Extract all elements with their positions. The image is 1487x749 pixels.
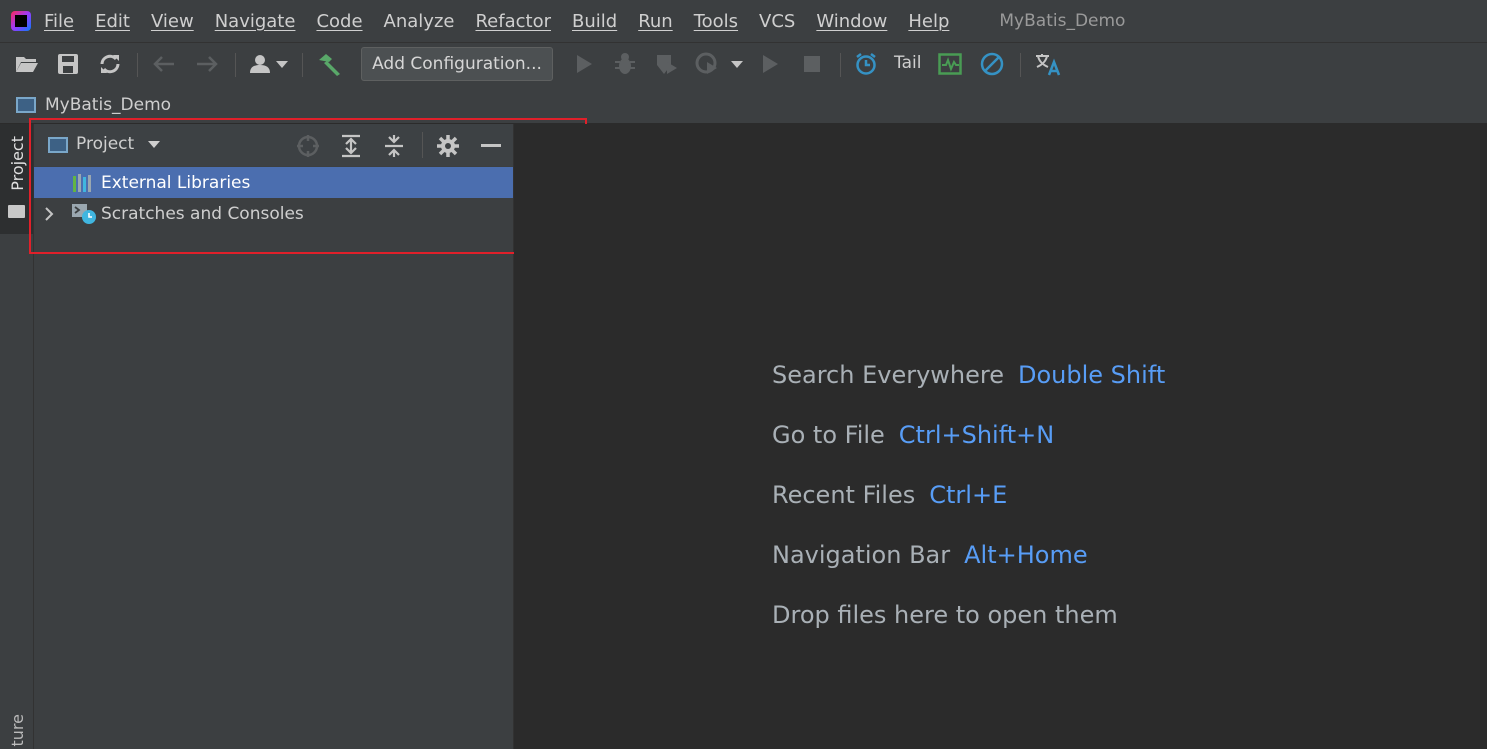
menu-navigate[interactable]: Navigate	[215, 11, 296, 32]
translate-icon[interactable]	[1033, 51, 1063, 77]
hint-go-to-file: Go to File Ctrl+Shift+N	[772, 421, 1054, 449]
tree-item-scratches-and-consoles[interactable]: Scratches and Consoles	[34, 198, 513, 229]
menu-run[interactable]: Run	[638, 11, 673, 32]
project-view-selector[interactable]: Project	[76, 134, 134, 154]
hint-drop-files: Drop files here to open them	[772, 601, 1118, 629]
intellij-logo-icon[interactable]	[11, 11, 31, 31]
menu-edit[interactable]: Edit	[95, 11, 130, 32]
hint-search-everywhere: Search Everywhere Double Shift	[772, 361, 1165, 389]
hint-text: Navigation Bar	[772, 541, 951, 569]
no-entry-icon[interactable]	[979, 51, 1005, 77]
gear-icon[interactable]	[435, 133, 461, 159]
alarm-clock-icon[interactable]	[853, 51, 879, 77]
editor-area[interactable]: Search Everywhere Double Shift Go to File…	[514, 124, 1487, 749]
menu-analyze[interactable]: Analyze	[384, 11, 455, 32]
menu-view[interactable]: View	[151, 11, 194, 32]
project-tool-tab[interactable]: Project	[0, 124, 33, 234]
project-tool-tab-label: Project	[8, 136, 27, 191]
menu-refactor[interactable]: Refactor	[475, 11, 551, 32]
stop-icon[interactable]	[799, 51, 825, 77]
left-tool-stripe: Project ture	[0, 124, 34, 749]
menu-code[interactable]: Code	[316, 11, 362, 32]
hint-text: Drop files here to open them	[772, 601, 1118, 629]
project-folder-icon	[16, 96, 36, 113]
open-folder-icon[interactable]	[14, 51, 40, 77]
debug-icon[interactable]	[612, 51, 638, 77]
tail-label[interactable]: Tail	[894, 53, 921, 73]
project-panel-header: Project	[34, 124, 513, 166]
hint-shortcut: Double Shift	[1018, 361, 1166, 389]
chevron-right-icon[interactable]	[43, 207, 55, 221]
menu-build[interactable]: Build	[572, 11, 617, 32]
hint-shortcut: Ctrl+E	[929, 481, 1008, 509]
menu-bar: File Edit View Navigate Code Analyze Ref…	[0, 0, 1487, 42]
project-panel: Project External Libraries Scratches and…	[34, 124, 514, 749]
scratch-console-icon	[72, 204, 96, 224]
window-title: MyBatis_Demo	[999, 11, 1126, 31]
hint-text: Recent Files	[772, 481, 916, 509]
sync-icon[interactable]	[97, 51, 123, 77]
hint-shortcut: Ctrl+Shift+N	[898, 421, 1055, 449]
menu-window[interactable]: Window	[816, 11, 887, 32]
hint-recent-files: Recent Files Ctrl+E	[772, 481, 1007, 509]
forward-arrow-icon[interactable]	[194, 51, 220, 77]
resume-icon[interactable]	[757, 51, 783, 77]
save-icon[interactable]	[55, 51, 81, 77]
locate-target-icon[interactable]	[295, 133, 321, 159]
folder-icon	[8, 205, 25, 218]
navigation-bar: MyBatis_Demo	[0, 86, 1487, 124]
tree-item-label: External Libraries	[101, 172, 251, 193]
add-configuration-button[interactable]: Add Configuration...	[361, 47, 553, 81]
back-arrow-icon[interactable]	[151, 51, 177, 77]
tree-item-external-libraries[interactable]: External Libraries	[34, 167, 513, 198]
monitor-icon[interactable]	[937, 51, 963, 77]
tree-item-label: Scratches and Consoles	[101, 203, 304, 224]
hint-text: Go to File	[772, 421, 885, 449]
menu-file[interactable]: File	[44, 11, 74, 32]
expand-all-icon[interactable]	[338, 133, 364, 159]
run-icon[interactable]	[571, 51, 597, 77]
user-icon[interactable]	[248, 51, 290, 77]
structure-tool-tab[interactable]: ture	[8, 714, 27, 746]
breadcrumb-project[interactable]: MyBatis_Demo	[45, 95, 171, 115]
hint-shortcut: Alt+Home	[964, 541, 1088, 569]
collapse-all-icon[interactable]	[381, 133, 407, 159]
chevron-down-icon[interactable]	[148, 141, 160, 148]
menu-vcs[interactable]: VCS	[759, 11, 795, 32]
run-dropdown-icon[interactable]	[724, 51, 750, 77]
build-hammer-icon[interactable]	[316, 51, 342, 77]
menu-help[interactable]: Help	[908, 11, 949, 32]
project-view-icon	[48, 137, 68, 153]
coverage-icon[interactable]	[654, 51, 680, 77]
profile-icon[interactable]	[694, 51, 720, 77]
hint-navigation-bar: Navigation Bar Alt+Home	[772, 541, 1088, 569]
main-toolbar: Add Configuration... Tail	[0, 42, 1487, 87]
library-icon	[73, 174, 91, 192]
minimize-icon[interactable]	[478, 133, 504, 159]
menu-tools[interactable]: Tools	[694, 11, 738, 32]
hint-text: Search Everywhere	[772, 361, 1004, 389]
